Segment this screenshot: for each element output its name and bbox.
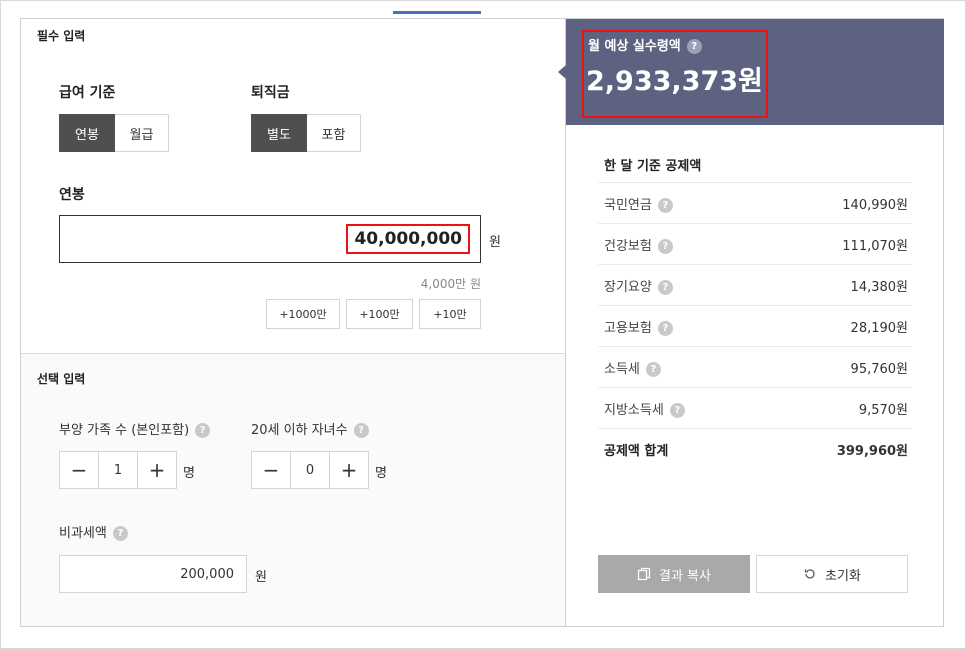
- dependents-value[interactable]: 1: [98, 452, 138, 488]
- children-unit: 명: [375, 466, 387, 481]
- deduction-label: 건강보험: [604, 238, 652, 254]
- deduction-row-employment: 고용보험? 28,190원: [598, 305, 912, 346]
- page-frame: 필수 입력 급여 기준 연봉 월급 퇴직금 별도 포함 연봉 40,000,00…: [0, 0, 966, 649]
- deduction-label: 장기요양: [604, 279, 652, 295]
- dependents-label-text: 부양 가족 수 (본인포함): [59, 423, 190, 438]
- deduction-amount: 28,190원: [850, 320, 908, 336]
- deduction-label: 고용보험: [604, 320, 652, 336]
- pay-basis-toggle: 연봉 월급: [59, 114, 169, 152]
- reset-icon: [803, 567, 817, 581]
- deduction-row-local-tax: 지방소득세? 9,570원: [598, 387, 912, 428]
- nontax-label: 비과세액?: [59, 522, 128, 541]
- salary-label: 연봉: [59, 187, 85, 203]
- deduction-amount: 9,570원: [858, 402, 908, 418]
- help-icon[interactable]: ?: [657, 238, 673, 254]
- deduction-list: 국민연금? 140,990원 건강보험? 111,070원 장기요양? 14,3…: [598, 182, 912, 469]
- deduction-amount: 95,760원: [850, 361, 908, 377]
- net-pay-value: 2,933,373원: [586, 66, 763, 97]
- deduction-row-pension: 국민연금? 140,990원: [598, 182, 912, 223]
- salary-unit: 원: [489, 235, 501, 250]
- deduction-row-health: 건강보험? 111,070원: [598, 223, 912, 264]
- deduction-label: 국민연금: [604, 197, 652, 213]
- deduction-amount: 111,070원: [842, 238, 908, 254]
- deduction-total-amount: 399,960원: [836, 443, 908, 459]
- net-pay-label: 월 예상 실수령액?: [588, 35, 702, 54]
- help-icon[interactable]: ?: [353, 423, 369, 438]
- dependents-stepper: − 1 +: [59, 451, 177, 489]
- severance-label: 퇴직금: [251, 85, 290, 101]
- help-icon[interactable]: ?: [657, 279, 673, 295]
- help-icon[interactable]: ?: [657, 197, 673, 213]
- required-section-title: 필수 입력: [37, 29, 86, 43]
- severance-toggle: 별도 포함: [251, 114, 361, 152]
- deduction-label: 지방소득세: [604, 402, 664, 418]
- add-10m-button[interactable]: +1000만: [266, 299, 340, 329]
- add-1m-button[interactable]: +100만: [346, 299, 413, 329]
- deduction-amount: 140,990원: [842, 197, 908, 213]
- salary-value: 40,000,000: [346, 224, 470, 254]
- active-tab-indicator: [393, 11, 481, 14]
- copy-icon: [637, 567, 651, 581]
- children-label-text: 20세 이하 자녀수: [251, 423, 348, 438]
- input-pane: 필수 입력 급여 기준 연봉 월급 퇴직금 별도 포함 연봉 40,000,00…: [21, 19, 565, 626]
- nontax-unit: 원: [255, 570, 267, 585]
- add-100k-button[interactable]: +10만: [419, 299, 481, 329]
- reset-button[interactable]: 초기화: [756, 555, 908, 593]
- deduction-label: 소득세: [604, 361, 640, 377]
- net-pay-label-text: 월 예상 실수령액: [588, 39, 681, 54]
- deduction-total-row: 공제액 합계 399,960원: [598, 428, 912, 469]
- help-icon[interactable]: ?: [686, 39, 702, 54]
- net-pay-header: 월 예상 실수령액? 2,933,373원: [558, 19, 944, 125]
- children-stepper: − 0 +: [251, 451, 369, 489]
- pay-basis-monthly-button[interactable]: 월급: [115, 114, 169, 152]
- severance-included-button[interactable]: 포함: [307, 114, 361, 152]
- help-icon[interactable]: ?: [657, 320, 673, 336]
- dependents-label: 부양 가족 수 (본인포함)?: [59, 419, 211, 438]
- pay-basis-annual-button[interactable]: 연봉: [59, 114, 115, 152]
- result-pane: 월 예상 실수령액? 2,933,373원 한 달 기준 공제액 국민연금? 1…: [558, 19, 944, 626]
- nontax-input[interactable]: 200,000: [59, 555, 247, 593]
- copy-result-button[interactable]: 결과 복사: [598, 555, 750, 593]
- children-plus-button[interactable]: +: [330, 452, 368, 488]
- required-input-section: 필수 입력 급여 기준 연봉 월급 퇴직금 별도 포함 연봉 40,000,00…: [21, 19, 565, 354]
- deduction-title: 한 달 기준 공제액: [604, 159, 702, 174]
- pay-basis-label: 급여 기준: [59, 85, 116, 101]
- optional-section-title: 선택 입력: [37, 372, 86, 386]
- children-label: 20세 이하 자녀수?: [251, 419, 369, 438]
- salary-helper-text: 4,000만 원: [420, 277, 481, 291]
- children-value[interactable]: 0: [290, 452, 330, 488]
- dependents-unit: 명: [183, 466, 195, 481]
- help-icon[interactable]: ?: [112, 526, 128, 541]
- deduction-total-label: 공제액 합계: [604, 443, 669, 459]
- copy-result-label: 결과 복사: [659, 568, 711, 584]
- children-minus-button[interactable]: −: [252, 452, 290, 488]
- help-icon[interactable]: ?: [645, 361, 661, 377]
- severance-separate-button[interactable]: 별도: [251, 114, 307, 152]
- help-icon[interactable]: ?: [195, 423, 211, 438]
- deduction-row-longterm-care: 장기요양? 14,380원: [598, 264, 912, 305]
- help-icon[interactable]: ?: [669, 402, 685, 418]
- dependents-plus-button[interactable]: +: [138, 452, 176, 488]
- salary-calculator: 필수 입력 급여 기준 연봉 월급 퇴직금 별도 포함 연봉 40,000,00…: [20, 18, 944, 627]
- dependents-minus-button[interactable]: −: [60, 452, 98, 488]
- reset-label: 초기화: [825, 568, 861, 584]
- deduction-amount: 14,380원: [850, 279, 908, 295]
- salary-input[interactable]: 40,000,000: [59, 215, 481, 263]
- deduction-row-income-tax: 소득세? 95,760원: [598, 346, 912, 387]
- nontax-label-text: 비과세액: [59, 526, 107, 541]
